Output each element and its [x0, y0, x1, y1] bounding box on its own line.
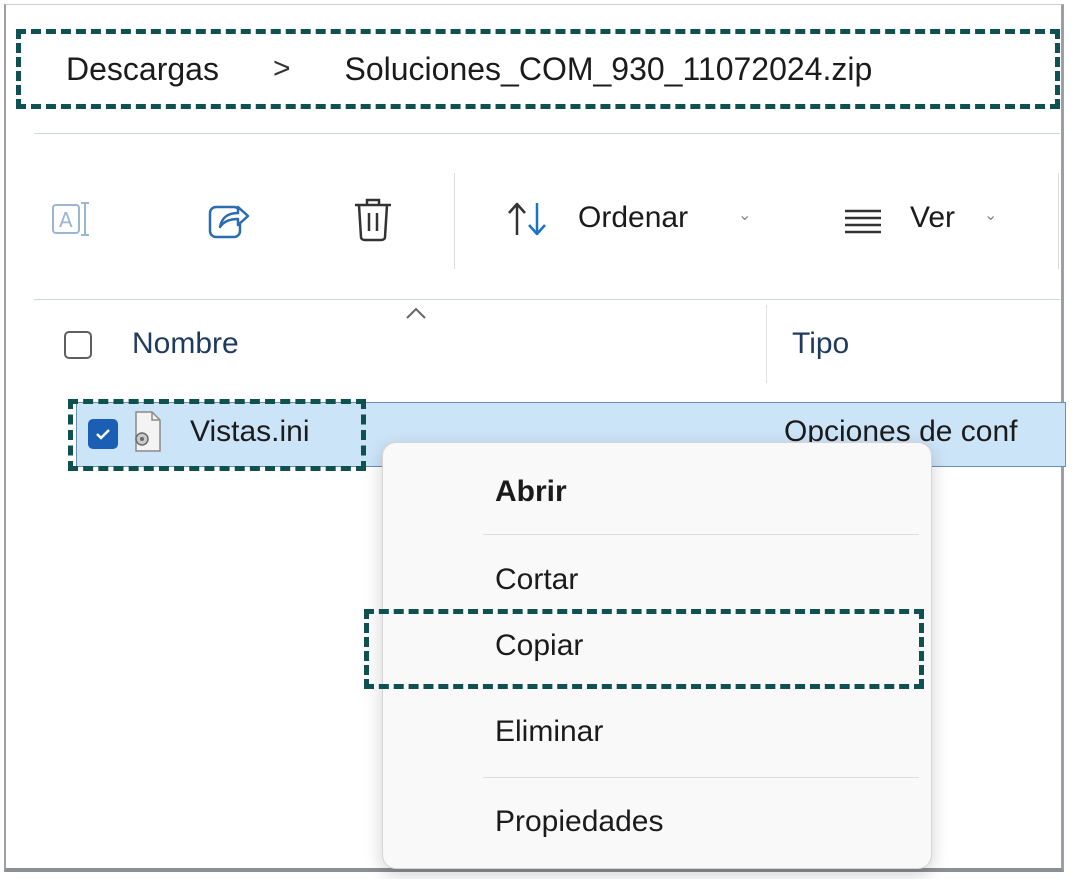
list-lines-icon — [840, 199, 886, 239]
sort-button[interactable]: Ordenar ⌄ — [500, 191, 760, 247]
column-separator[interactable] — [766, 305, 767, 383]
file-name[interactable]: Vistas.ini — [190, 415, 310, 449]
toolbar-separator-right — [1058, 173, 1059, 269]
menu-item-cortar[interactable]: Cortar — [495, 563, 578, 597]
breadcrumb: Descargas > Soluciones_COM_930_11072024.… — [24, 31, 1058, 107]
breadcrumb-separator[interactable]: > — [273, 52, 291, 86]
toolbar-separator — [454, 173, 455, 269]
toolbar-divider — [34, 299, 1060, 300]
sort-label: Ordenar — [578, 201, 689, 234]
view-button[interactable]: Ver ⌄ — [836, 191, 1016, 247]
row-checkbox-checked[interactable] — [88, 419, 118, 449]
column-header-type[interactable]: Tipo — [792, 327, 849, 361]
menu-item-abrir[interactable]: Abrir — [495, 475, 567, 509]
menu-item-copiar[interactable]: Copiar — [495, 629, 583, 663]
sort-chevron-icon: ⌄ — [738, 207, 752, 224]
trash-icon[interactable] — [348, 193, 398, 245]
svg-text:A: A — [59, 208, 73, 232]
column-header-name[interactable]: Nombre — [132, 327, 239, 361]
breadcrumb-current-folder[interactable]: Soluciones_COM_930_11072024.zip — [344, 51, 872, 88]
address-bar-divider — [34, 133, 1060, 134]
rename-icon[interactable]: A — [46, 197, 104, 241]
ini-file-icon — [128, 409, 166, 455]
sort-ascending-icon — [404, 305, 428, 321]
select-all-checkbox[interactable] — [64, 331, 92, 359]
context-menu: Abrir Cortar Copiar Eliminar Propiedades — [382, 442, 932, 869]
view-chevron-icon: ⌄ — [984, 207, 998, 224]
sort-arrows-icon — [504, 199, 552, 239]
share-icon[interactable] — [202, 195, 256, 243]
menu-divider — [483, 534, 919, 535]
explorer-window: Descargas > Soluciones_COM_930_11072024.… — [4, 4, 1066, 872]
menu-divider — [483, 777, 919, 778]
breadcrumb-descargas[interactable]: Descargas — [66, 51, 219, 88]
menu-item-propiedades[interactable]: Propiedades — [495, 805, 663, 839]
view-label: Ver — [910, 201, 956, 234]
menu-item-eliminar[interactable]: Eliminar — [495, 715, 603, 749]
